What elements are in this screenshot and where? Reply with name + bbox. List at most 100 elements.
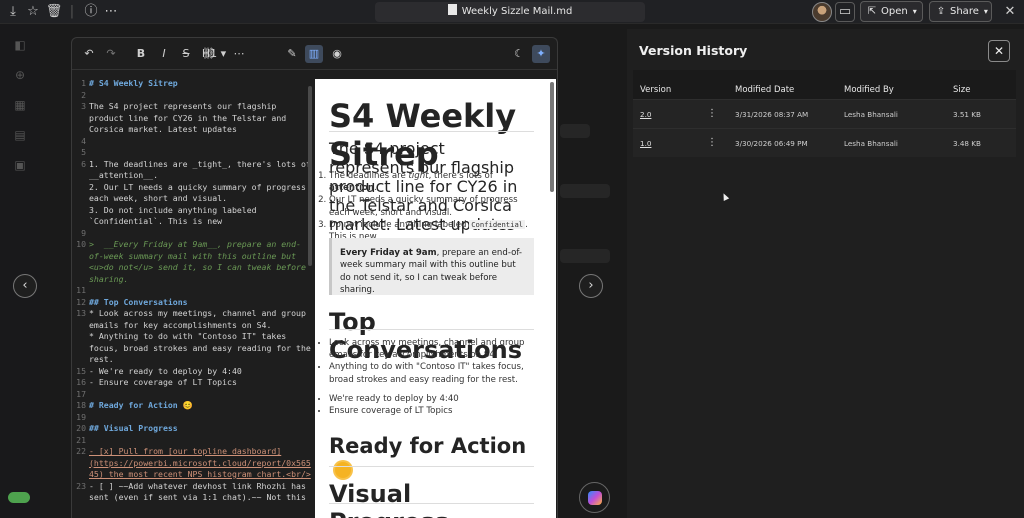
close-button[interactable]: ✕ bbox=[988, 40, 1010, 62]
line-number: 12 bbox=[76, 296, 86, 307]
code-line: 13 * Look across my meetings, channel and… bbox=[72, 308, 312, 331]
copilot-sparkle-icon[interactable]: ✦ bbox=[532, 45, 550, 63]
code-line: 20 ## Visual Progress bbox=[72, 423, 312, 435]
code-line: 17 bbox=[72, 389, 312, 401]
line-text: # Ready for Action 😊 bbox=[89, 400, 193, 410]
line-number: 13 bbox=[76, 308, 86, 318]
delete-icon[interactable]: 🗑 bbox=[45, 3, 63, 21]
redo-icon[interactable]: ↷ bbox=[102, 45, 120, 63]
list-item: Ensure coverage of LT Topics bbox=[329, 405, 534, 417]
column-header-version: Version bbox=[640, 85, 672, 95]
list-item: Anything to do with "Contoso IT" takes f… bbox=[329, 361, 534, 385]
row-more-icon[interactable]: ⋮ bbox=[707, 137, 717, 148]
list-item: We're ready to deploy by 4:40 bbox=[329, 393, 534, 405]
rail-create-icon: ⊕ bbox=[14, 68, 26, 82]
line-number: 6 bbox=[81, 158, 86, 169]
copilot-icon bbox=[588, 491, 602, 505]
code-line: 11 bbox=[72, 285, 312, 297]
text-bold: attention bbox=[329, 183, 375, 194]
theme-moon-icon[interactable]: ☾ bbox=[510, 45, 528, 63]
line-text: * Anything to do with "Contoso IT" takes… bbox=[89, 331, 311, 364]
heading-rule bbox=[329, 131, 534, 132]
ghost-element bbox=[560, 184, 610, 198]
version-link[interactable]: 2.0 bbox=[640, 110, 651, 119]
file-title-text: Weekly Sizzle Mail.md bbox=[461, 6, 573, 17]
line-text: ## Top Conversations bbox=[89, 296, 188, 307]
code-line: 21 bbox=[72, 435, 312, 447]
row-more-icon[interactable]: ⋮ bbox=[707, 108, 717, 119]
copilot-button[interactable] bbox=[579, 482, 610, 513]
code-line: 3. Do not include anything labeled `Conf… bbox=[72, 205, 312, 228]
undo-icon[interactable]: ↶ bbox=[80, 45, 98, 63]
text: Do not include anything labeled bbox=[329, 219, 470, 230]
more-icon[interactable]: ⋯ bbox=[102, 3, 120, 21]
preview-eye-icon[interactable]: ◉ bbox=[328, 45, 346, 63]
panel-title: Version History bbox=[639, 43, 748, 58]
strikethrough-button[interactable]: S bbox=[177, 45, 195, 63]
code-line: 10 > __Every Friday at 9am__, prepare an … bbox=[72, 239, 312, 285]
code-line: 12 ## Top Conversations bbox=[72, 297, 312, 309]
text: , there's lots of bbox=[428, 171, 493, 181]
line-text: 1. The deadlines are _tight_, there's lo… bbox=[89, 158, 311, 181]
line-text: # S4 Weekly Sitrep bbox=[89, 78, 178, 88]
ghost-element bbox=[560, 249, 610, 263]
rail-apps-icon: ▦ bbox=[14, 98, 26, 112]
close-icon: ✕ bbox=[993, 44, 1005, 58]
line-number: 21 bbox=[76, 434, 86, 445]
text-italic: tight bbox=[408, 171, 429, 181]
rail-files-icon: ▤ bbox=[14, 128, 26, 142]
list-item: Our LT needs a quicky summary of progres… bbox=[329, 194, 534, 218]
info-icon[interactable]: ⓘ bbox=[82, 3, 100, 21]
split-view-icon[interactable]: ▥ bbox=[305, 45, 323, 63]
preview-bullet-list: Look across my meetings, channel and gro… bbox=[329, 337, 534, 386]
line-text: 3. Do not include anything labeled `Conf… bbox=[89, 204, 262, 227]
markdown-source[interactable]: 1 # S4 Weekly Sitrep 2 3 The S4 project repr… bbox=[72, 78, 312, 518]
favorite-star-icon[interactable]: ☆ bbox=[24, 3, 42, 21]
close-icon[interactable]: ✕ bbox=[1001, 3, 1019, 21]
sun-emoji-icon bbox=[335, 462, 351, 478]
table-row[interactable]: 1.0 ⋮ 3/30/2026 06:49 PM Lesha Bhansali … bbox=[633, 128, 1016, 157]
table-row[interactable]: 2.0 ⋮ 3/31/2026 08:37 AM Lesha Bhansali … bbox=[633, 99, 1016, 128]
ghost-element bbox=[560, 124, 590, 138]
line-text: - [x] Pull from [our topline dashboard](… bbox=[89, 446, 311, 479]
code-line: 16- Ensure coverage of LT Topics bbox=[72, 377, 312, 389]
bold-button[interactable]: B bbox=[132, 45, 150, 63]
preview-scrollbar[interactable] bbox=[550, 82, 554, 192]
comments-icon[interactable]: ▭ bbox=[835, 2, 855, 22]
code-line: 5 bbox=[72, 147, 312, 159]
line-text: > __Every Friday at 9am__, prepare an en… bbox=[89, 239, 311, 284]
next-button[interactable]: › bbox=[579, 274, 603, 298]
avatar[interactable] bbox=[812, 2, 832, 22]
code-line: 22- [x] Pull from [our topline dashboard… bbox=[72, 446, 312, 481]
line-number: 4 bbox=[81, 135, 86, 146]
code-line: 9 bbox=[72, 228, 312, 240]
preview-bullet-list: We're ready to deploy by 4:40 Ensure cov… bbox=[329, 393, 534, 417]
edit-pen-icon[interactable]: ✎ bbox=[283, 45, 301, 63]
code-scrollbar[interactable] bbox=[308, 86, 312, 266]
heading-dropdown[interactable]: H1 ▾ bbox=[199, 45, 229, 63]
line-number: 11 bbox=[76, 285, 86, 295]
list-item: Look across my meetings, channel and gro… bbox=[329, 337, 534, 361]
version-link[interactable]: 1.0 bbox=[640, 139, 651, 148]
line-number: 23 bbox=[76, 480, 86, 491]
italic-button[interactable]: I bbox=[155, 45, 173, 63]
preview-heading-visual-progress: Visual Progress bbox=[329, 480, 449, 518]
line-number: 18 bbox=[76, 400, 86, 410]
chevron-down-icon: ▾ bbox=[983, 7, 988, 16]
download-icon[interactable]: ⤓ bbox=[4, 3, 22, 21]
code-line: 1 # S4 Weekly Sitrep bbox=[72, 78, 312, 90]
toggle-switch[interactable] bbox=[8, 492, 30, 503]
separator: | bbox=[69, 4, 75, 19]
more-options-icon[interactable]: ⋯ bbox=[230, 45, 248, 63]
text: . bbox=[374, 183, 377, 194]
share-button[interactable]: ⇪ Share ▾ bbox=[929, 1, 992, 22]
open-button[interactable]: ⇱ Open ▾ bbox=[860, 1, 923, 22]
line-text: - We're ready to deploy by 4:40 bbox=[89, 365, 242, 376]
preview-ordered-list: The deadlines are tight, there's lots of… bbox=[329, 170, 534, 243]
previous-button[interactable]: ‹ bbox=[13, 274, 37, 298]
code-line: 19 bbox=[72, 412, 312, 424]
line-number: 5 bbox=[81, 147, 86, 157]
code-line: 3 The S4 project represents our flagship … bbox=[72, 101, 312, 136]
left-rail: ◧ ⊕ ▦ ▤ ▣ bbox=[0, 24, 40, 518]
line-text: * Look across my meetings, channel and g… bbox=[89, 308, 311, 330]
